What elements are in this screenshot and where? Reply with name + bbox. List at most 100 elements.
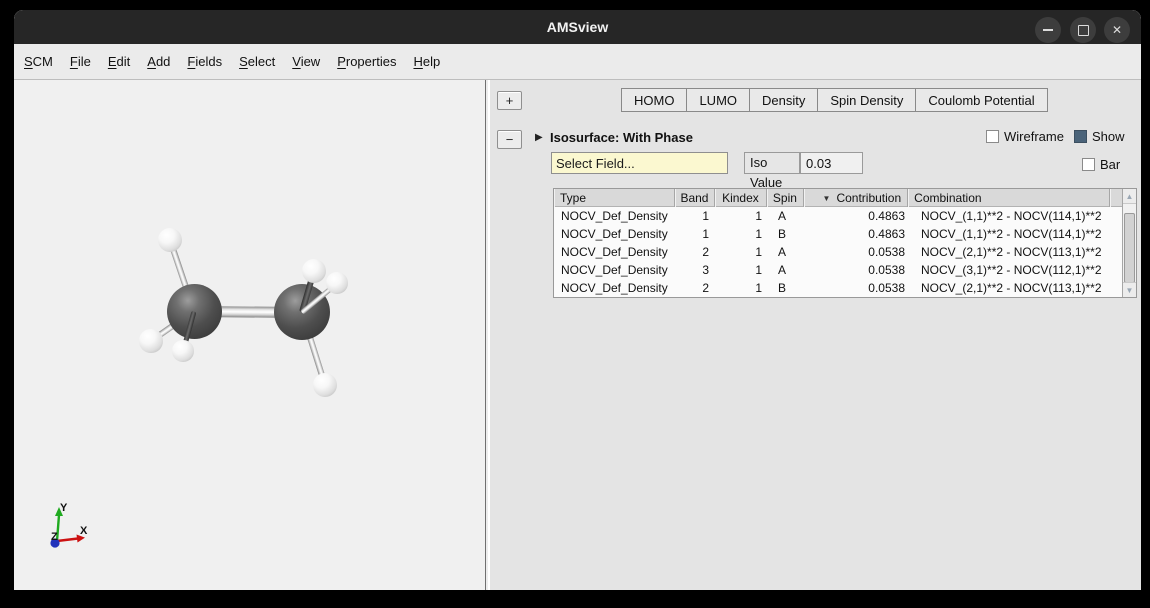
cell-contribution: 0.0538 (807, 243, 913, 261)
column-label: Combination (914, 191, 981, 205)
column-header-band[interactable]: Band (675, 189, 715, 207)
show-label: Show (1092, 129, 1125, 144)
menu-fields[interactable]: Fields (185, 52, 224, 71)
view-button-density[interactable]: Density (749, 88, 818, 112)
cell-band: 2 (677, 279, 717, 297)
close-button[interactable]: ✕ (1104, 17, 1130, 43)
cell-contribution: 0.4863 (807, 225, 913, 243)
column-header-type[interactable]: Type (554, 189, 675, 207)
isosurface-section-title: Isosurface: With Phase (550, 130, 693, 145)
menu-select[interactable]: Select (237, 52, 277, 71)
cell-band: 1 (677, 207, 717, 225)
wireframe-label: Wireframe (1004, 129, 1064, 144)
cell-spin: B (770, 225, 807, 243)
maximize-icon (1078, 25, 1089, 36)
table-body: NOCV_Def_Density11A0.4863NOCV_(1,1)**2 -… (554, 207, 1122, 297)
view-button-coulomb-potential[interactable]: Coulomb Potential (915, 88, 1047, 112)
menu-edit[interactable]: Edit (106, 52, 132, 71)
cell-type: NOCV_Def_Density (554, 261, 677, 279)
bar-checkbox[interactable] (1082, 158, 1095, 171)
table-row[interactable]: NOCV_Def_Density11A0.4863NOCV_(1,1)**2 -… (554, 207, 1122, 225)
screen: { "window": { "title": "AMSview", "close… (0, 0, 1150, 608)
cell-type: NOCV_Def_Density (554, 207, 677, 225)
atom-H[interactable] (302, 259, 327, 284)
minimize-icon (1043, 29, 1053, 31)
cell-band: 3 (677, 261, 717, 279)
table-row[interactable]: NOCV_Def_Density21A0.0538NOCV_(2,1)**2 -… (554, 243, 1122, 261)
column-label: Kindex (722, 191, 759, 205)
scroll-down-button[interactable]: ▼ (1123, 282, 1136, 297)
y-axis-label: Y (60, 502, 68, 514)
window-title: AMSview (14, 10, 1141, 44)
cell-band: 1 (677, 225, 717, 243)
cell-combination: NOCV_(3,1)**2 - NOCV(112,1)**2 (913, 261, 1118, 279)
cell-combination: NOCV_(1,1)**2 - NOCV(114,1)**2 (913, 207, 1118, 225)
table-row[interactable]: NOCV_Def_Density11B0.4863NOCV_(1,1)**2 -… (554, 225, 1122, 243)
scroll-up-button[interactable]: ▲ (1123, 189, 1136, 204)
show-checkbox[interactable] (1074, 130, 1087, 143)
wireframe-checkbox[interactable] (986, 130, 999, 143)
menu-scm[interactable]: SCM (22, 52, 55, 71)
menu-help[interactable]: Help (411, 52, 442, 71)
iso-value-input[interactable] (800, 152, 863, 174)
select-field-input[interactable] (551, 152, 728, 174)
cell-kindex: 1 (717, 225, 770, 243)
cell-kindex: 1 (717, 207, 770, 225)
table-row[interactable]: NOCV_Def_Density31A0.0538NOCV_(3,1)**2 -… (554, 261, 1122, 279)
panel-splitter[interactable] (483, 80, 490, 590)
menu-add[interactable]: Add (145, 52, 172, 71)
scroll-up-icon: ▲ (1126, 192, 1134, 201)
minimize-button[interactable] (1035, 17, 1061, 43)
column-header-kindex[interactable]: Kindex (715, 189, 767, 207)
cell-band: 2 (677, 243, 717, 261)
atom-H[interactable] (326, 272, 347, 293)
menu-view[interactable]: View (290, 52, 322, 71)
app-window: AMSview ✕ SCM File Edit Add Fields Select View… (14, 10, 1141, 590)
cell-combination: NOCV_(2,1)**2 - NOCV(113,1)**2 (913, 243, 1118, 261)
cell-kindex: 1 (717, 243, 770, 261)
wireframe-check-group: Wireframe (986, 129, 1064, 144)
cell-combination: NOCV_(1,1)**2 - NOCV(114,1)**2 (913, 225, 1118, 243)
bar-check-group: Bar (1082, 157, 1120, 172)
cell-type: NOCV_Def_Density (554, 279, 677, 297)
atom-H[interactable] (172, 340, 193, 361)
scrollbar-thumb[interactable] (1124, 213, 1135, 283)
menubar: SCM File Edit Add Fields Select View Properties… (14, 44, 1141, 80)
atom-H[interactable] (158, 228, 183, 253)
table-scrollbar[interactable]: ▲ ▼ (1122, 189, 1136, 297)
view-button-spin-density[interactable]: Spin Density (817, 88, 916, 112)
molecule-viewport[interactable]: Y X Z (14, 80, 483, 590)
scroll-down-icon: ▼ (1126, 286, 1134, 295)
remove-field-button[interactable]: − (497, 130, 522, 149)
view-button-homo[interactable]: HOMO (621, 88, 687, 112)
disclosure-triangle-icon[interactable]: ▶ (535, 131, 543, 144)
menu-properties[interactable]: Properties (335, 52, 398, 71)
close-icon: ✕ (1112, 23, 1122, 37)
fields-panel: + HOMOLUMODensitySpin DensityCoulomb Pot… (490, 80, 1141, 590)
column-header-combination[interactable]: Combination (908, 189, 1110, 207)
iso-value-label: Iso Value (744, 152, 800, 174)
atom-H[interactable] (139, 329, 162, 352)
cell-kindex: 1 (717, 261, 770, 279)
cell-type: NOCV_Def_Density (554, 243, 677, 261)
atom-H[interactable] (313, 373, 338, 398)
menu-file[interactable]: File (68, 52, 93, 71)
table-row[interactable]: NOCV_Def_Density21B0.0538NOCV_(2,1)**2 -… (554, 279, 1122, 297)
column-label: Band (680, 191, 708, 205)
cell-type: NOCV_Def_Density (554, 225, 677, 243)
column-label: Type (560, 191, 586, 205)
x-axis-line (57, 539, 78, 542)
z-axis-label: Z (51, 531, 58, 543)
column-header-contribution[interactable]: ▼Contribution (804, 189, 908, 207)
bar-label: Bar (1100, 157, 1120, 172)
column-label: Contribution (836, 191, 901, 205)
maximize-button[interactable] (1070, 17, 1096, 43)
cell-contribution: 0.0538 (807, 261, 913, 279)
cell-contribution: 0.0538 (807, 279, 913, 297)
cell-spin: A (770, 243, 807, 261)
add-field-button[interactable]: + (497, 91, 522, 110)
table-header: Type Band Kindex Spin▼Contribution Combinati… (554, 189, 1122, 207)
cell-combination: NOCV_(2,1)**2 - NOCV(113,1)**2 (913, 279, 1118, 297)
view-button-lumo[interactable]: LUMO (686, 88, 750, 112)
column-header-spin[interactable]: Spin (767, 189, 804, 207)
